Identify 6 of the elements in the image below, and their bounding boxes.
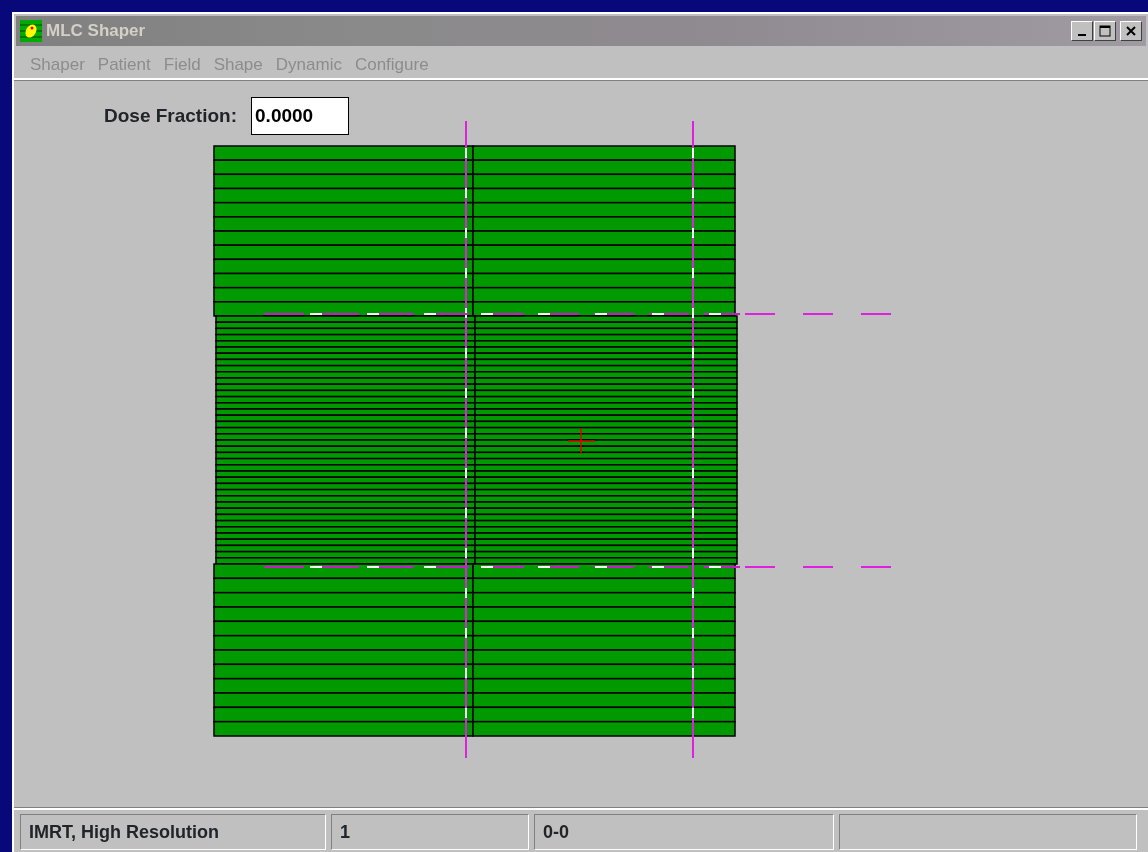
window-title: MLC Shaper: [46, 20, 146, 43]
status-panel: 0-0: [534, 814, 834, 850]
dose-fraction-field[interactable]: 0.0000: [251, 97, 350, 135]
status-panel: 1: [331, 814, 529, 850]
dose-fraction-label: Dose Fraction:: [104, 103, 238, 128]
status-panel: IMRT, High Resolution: [20, 814, 326, 850]
